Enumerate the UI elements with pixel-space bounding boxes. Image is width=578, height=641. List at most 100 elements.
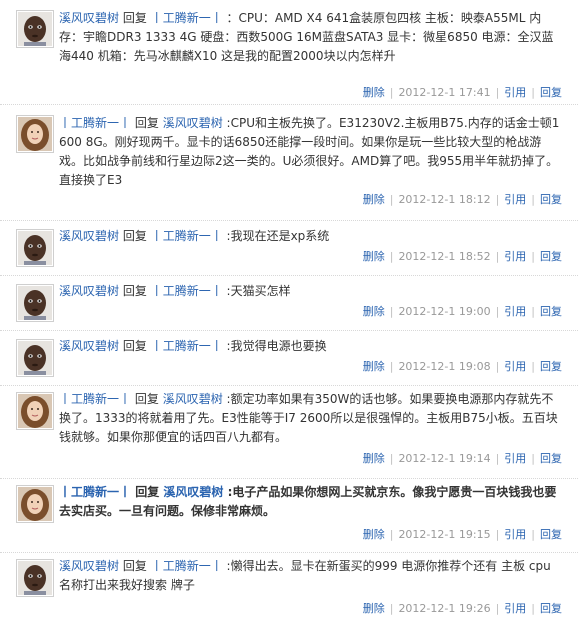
user-avatar[interactable] — [16, 229, 54, 267]
username-link[interactable]: 丨工腾新一丨 — [59, 392, 131, 406]
user-avatar[interactable] — [16, 115, 54, 153]
target-username-link[interactable]: 溪风叹碧树 — [163, 485, 223, 499]
reply-link[interactable]: 回复 — [540, 86, 562, 99]
user-avatar[interactable] — [16, 392, 54, 430]
separator: | — [389, 602, 394, 615]
reply-meta: 删除 | 2012-12-1 19:26 | 引用 | 回复 — [363, 600, 562, 616]
reply-link[interactable]: 回复 — [540, 193, 562, 206]
target-username-link[interactable]: 溪风叹碧树 — [163, 392, 223, 406]
reply-verb: 回复 — [135, 485, 160, 499]
boy-avatar-icon — [18, 561, 52, 595]
quote-link[interactable]: 引用 — [504, 305, 526, 318]
reply-meta: 删除 | 2012-12-1 17:41 | 引用 | 回复 — [363, 84, 562, 100]
boy-avatar-icon — [18, 286, 52, 320]
delete-link[interactable]: 删除 — [363, 250, 385, 263]
reply-timestamp: 2012-12-1 19:08 — [398, 360, 491, 373]
reply-timestamp: 2012-12-1 19:26 — [398, 602, 491, 615]
reply-body: 丨工腾新一丨 回复 溪风叹碧树 :电子产品如果你想网上买就京东。像我宁愿贵一百块… — [59, 483, 562, 521]
reply-meta: 删除 | 2012-12-1 18:52 | 引用 | 回复 — [363, 248, 562, 264]
separator: | — [389, 250, 394, 263]
reply-item: 丨工腾新一丨 回复 溪风叹碧树 :电子产品如果你想网上买就京东。像我宁愿贵一百块… — [0, 479, 578, 553]
username-link[interactable]: 溪风叹碧树 — [59, 559, 119, 573]
quote-link[interactable]: 引用 — [504, 250, 526, 263]
user-avatar[interactable] — [16, 10, 54, 48]
reply-link[interactable]: 回复 — [540, 360, 562, 373]
reply-link[interactable]: 回复 — [540, 250, 562, 263]
username-link[interactable]: 溪风叹碧树 — [59, 339, 119, 353]
user-avatar[interactable] — [16, 485, 54, 523]
girl-avatar-icon — [18, 394, 52, 428]
reply-timestamp: 2012-12-1 18:12 — [398, 193, 491, 206]
reply-timestamp: 2012-12-1 17:41 — [398, 86, 491, 99]
target-username-link[interactable]: 溪风叹碧树 — [163, 116, 223, 130]
reply-link[interactable]: 回复 — [540, 528, 562, 541]
reply-text: 溪风叹碧树 回复 丨工腾新一丨 :懒得出去。显卡在新蛋买的999 电源你推荐个还… — [59, 557, 562, 595]
separator: | — [531, 602, 535, 615]
user-avatar[interactable] — [16, 339, 54, 377]
username-link[interactable]: 溪风叹碧树 — [59, 229, 119, 243]
delete-link[interactable]: 删除 — [363, 602, 385, 615]
reply-item: 溪风叹碧树 回复 丨工腾新一丨 ：CPU：AMD X4 641盒装原包四核 主板… — [0, 0, 578, 105]
separator: | — [531, 193, 535, 206]
target-username-link[interactable]: 丨工腾新一丨 — [151, 559, 223, 573]
delete-link[interactable]: 删除 — [363, 360, 385, 373]
username-link[interactable]: 丨工腾新一丨 — [59, 485, 131, 499]
reply-text: 丨工腾新一丨 回复 溪风叹碧树 :CPU和主板先换了。E31230V2.主板用B… — [59, 114, 562, 190]
reply-verb: 回复 — [122, 284, 147, 298]
reply-content: :额定功率如果有350W的话也够。如果要换电源那内存就先不换了。1333的将就着… — [59, 392, 558, 444]
quote-link[interactable]: 引用 — [504, 528, 526, 541]
reply-content: :我现在还是xp系统 — [226, 229, 330, 243]
user-avatar[interactable] — [16, 284, 54, 322]
reply-link[interactable]: 回复 — [540, 305, 562, 318]
quote-link[interactable]: 引用 — [504, 602, 526, 615]
quote-link[interactable]: 引用 — [504, 360, 526, 373]
reply-timestamp: 2012-12-1 19:00 — [398, 305, 491, 318]
delete-link[interactable]: 删除 — [363, 305, 385, 318]
reply-meta: 删除 | 2012-12-1 18:12 | 引用 | 回复 — [363, 191, 562, 207]
reply-content: :电子产品如果你想网上买就京东。像我宁愿贵一百块钱我也要去实店买。一旦有问题。保… — [59, 485, 557, 518]
reply-timestamp: 2012-12-1 18:52 — [398, 250, 491, 263]
reply-text: 溪风叹碧树 回复 丨工腾新一丨 ：CPU：AMD X4 641盒装原包四核 主板… — [59, 9, 562, 66]
separator: | — [531, 305, 535, 318]
reply-meta: 删除 | 2012-12-1 19:08 | 引用 | 回复 — [363, 358, 562, 374]
reply-body: 丨工腾新一丨 回复 溪风叹碧树 :CPU和主板先换了。E31230V2.主板用B… — [59, 114, 562, 190]
delete-link[interactable]: 删除 — [363, 86, 385, 99]
reply-meta: 删除 | 2012-12-1 19:00 | 引用 | 回复 — [363, 303, 562, 319]
username-link[interactable]: 溪风叹碧树 — [59, 11, 119, 25]
reply-body: 溪风叹碧树 回复 丨工腾新一丨 :我现在还是xp系统 — [59, 227, 562, 246]
boy-avatar-icon — [18, 341, 52, 375]
delete-link[interactable]: 删除 — [363, 193, 385, 206]
reply-link[interactable]: 回复 — [540, 602, 562, 615]
separator: | — [531, 528, 535, 541]
target-username-link[interactable]: 丨工腾新一丨 — [151, 339, 223, 353]
reply-verb: 回复 — [134, 116, 159, 130]
separator: | — [531, 250, 535, 263]
reply-body: 溪风叹碧树 回复 丨工腾新一丨 :天猫买怎样 — [59, 282, 562, 301]
boy-avatar-icon — [18, 231, 52, 265]
separator: | — [389, 452, 394, 465]
reply-link[interactable]: 回复 — [540, 452, 562, 465]
separator: | — [389, 193, 394, 206]
reply-text: 溪风叹碧树 回复 丨工腾新一丨 :天猫买怎样 — [59, 282, 562, 301]
quote-link[interactable]: 引用 — [504, 86, 526, 99]
separator: | — [389, 528, 394, 541]
separator: | — [531, 360, 535, 373]
quote-link[interactable]: 引用 — [504, 193, 526, 206]
username-link[interactable]: 溪风叹碧树 — [59, 284, 119, 298]
target-username-link[interactable]: 丨工腾新一丨 — [151, 284, 223, 298]
username-link[interactable]: 丨工腾新一丨 — [59, 116, 131, 130]
reply-verb: 回复 — [134, 392, 159, 406]
target-username-link[interactable]: 丨工腾新一丨 — [151, 229, 223, 243]
reply-item: 溪风叹碧树 回复 丨工腾新一丨 :懒得出去。显卡在新蛋买的999 电源你推荐个还… — [0, 553, 578, 641]
quote-link[interactable]: 引用 — [504, 452, 526, 465]
separator: | — [495, 193, 500, 206]
target-username-link[interactable]: 丨工腾新一丨 — [151, 11, 223, 25]
reply-item: 溪风叹碧树 回复 丨工腾新一丨 :天猫买怎样 删除 | 2012-12-1 19:0… — [0, 276, 578, 331]
user-avatar[interactable] — [16, 559, 54, 597]
reply-verb: 回复 — [122, 559, 147, 573]
delete-link[interactable]: 删除 — [363, 528, 385, 541]
reply-timestamp: 2012-12-1 19:15 — [398, 528, 491, 541]
reply-meta: 删除 | 2012-12-1 19:15 | 引用 | 回复 — [363, 526, 562, 542]
delete-link[interactable]: 删除 — [363, 452, 385, 465]
separator: | — [495, 528, 500, 541]
